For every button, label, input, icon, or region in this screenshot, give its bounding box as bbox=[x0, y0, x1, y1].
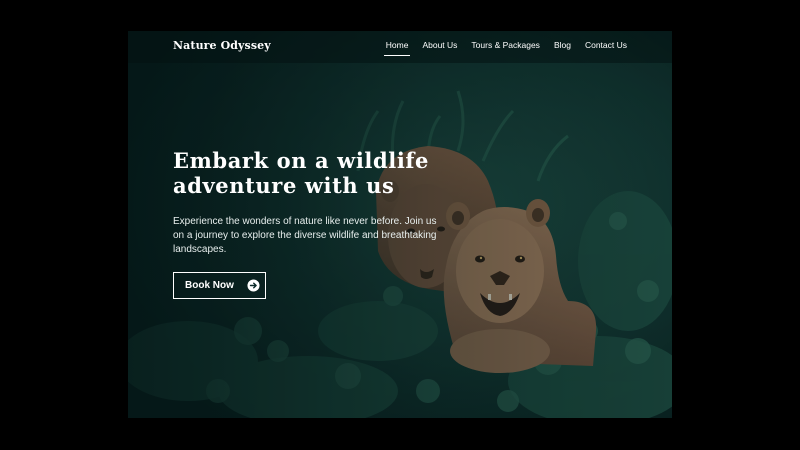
book-now-button[interactable]: Book Now bbox=[173, 272, 266, 299]
page: Nature Odyssey Home About Us Tours & Pac… bbox=[0, 0, 800, 450]
nav-links: Home About Us Tours & Packages Blog Cont… bbox=[383, 40, 627, 56]
navbar: Nature Odyssey Home About Us Tours & Pac… bbox=[128, 31, 672, 63]
nav-link-blog[interactable]: Blog bbox=[554, 40, 571, 53]
nav-link-about-us[interactable]: About Us bbox=[422, 40, 457, 53]
website-frame: Nature Odyssey Home About Us Tours & Pac… bbox=[128, 31, 672, 418]
hero-title: Embark on a wildlife adventure with us bbox=[173, 148, 430, 198]
book-now-label: Book Now bbox=[185, 280, 234, 291]
brand-logo[interactable]: Nature Odyssey bbox=[173, 39, 271, 52]
nav-link-contact-us[interactable]: Contact Us bbox=[585, 40, 627, 53]
hero-description: Experience the wonders of nature like ne… bbox=[173, 216, 437, 255]
arrow-right-circle-icon bbox=[247, 279, 260, 292]
nav-link-home[interactable]: Home bbox=[383, 40, 411, 56]
nav-link-tours-packages[interactable]: Tours & Packages bbox=[471, 40, 540, 53]
